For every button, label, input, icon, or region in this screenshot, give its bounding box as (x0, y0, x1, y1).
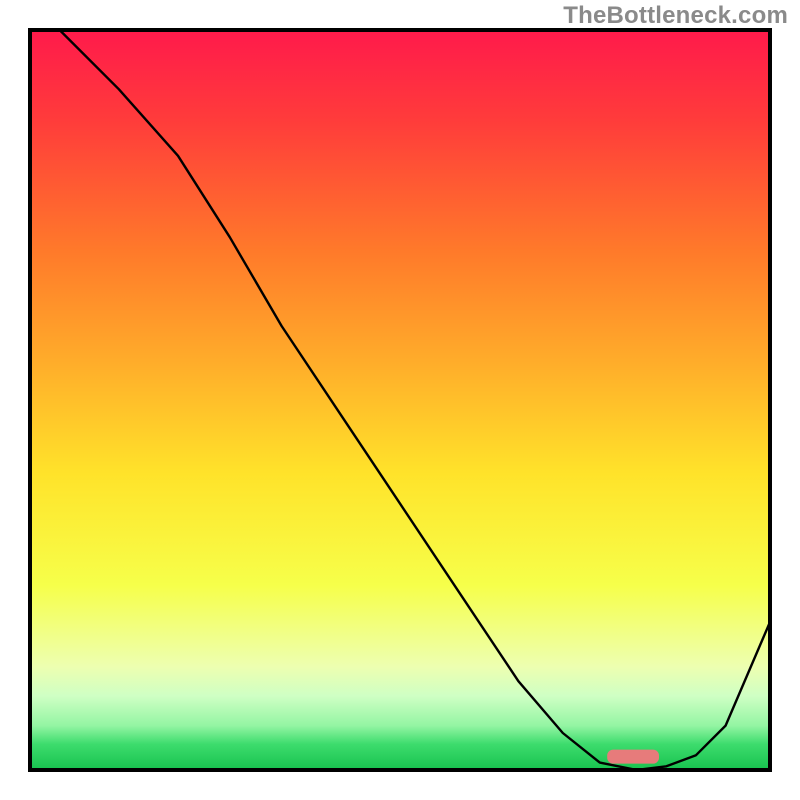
chart-container: TheBottleneck.com (0, 0, 800, 800)
plot-background (30, 30, 770, 770)
optimal-range-marker (607, 750, 659, 764)
chart-svg (0, 0, 800, 800)
